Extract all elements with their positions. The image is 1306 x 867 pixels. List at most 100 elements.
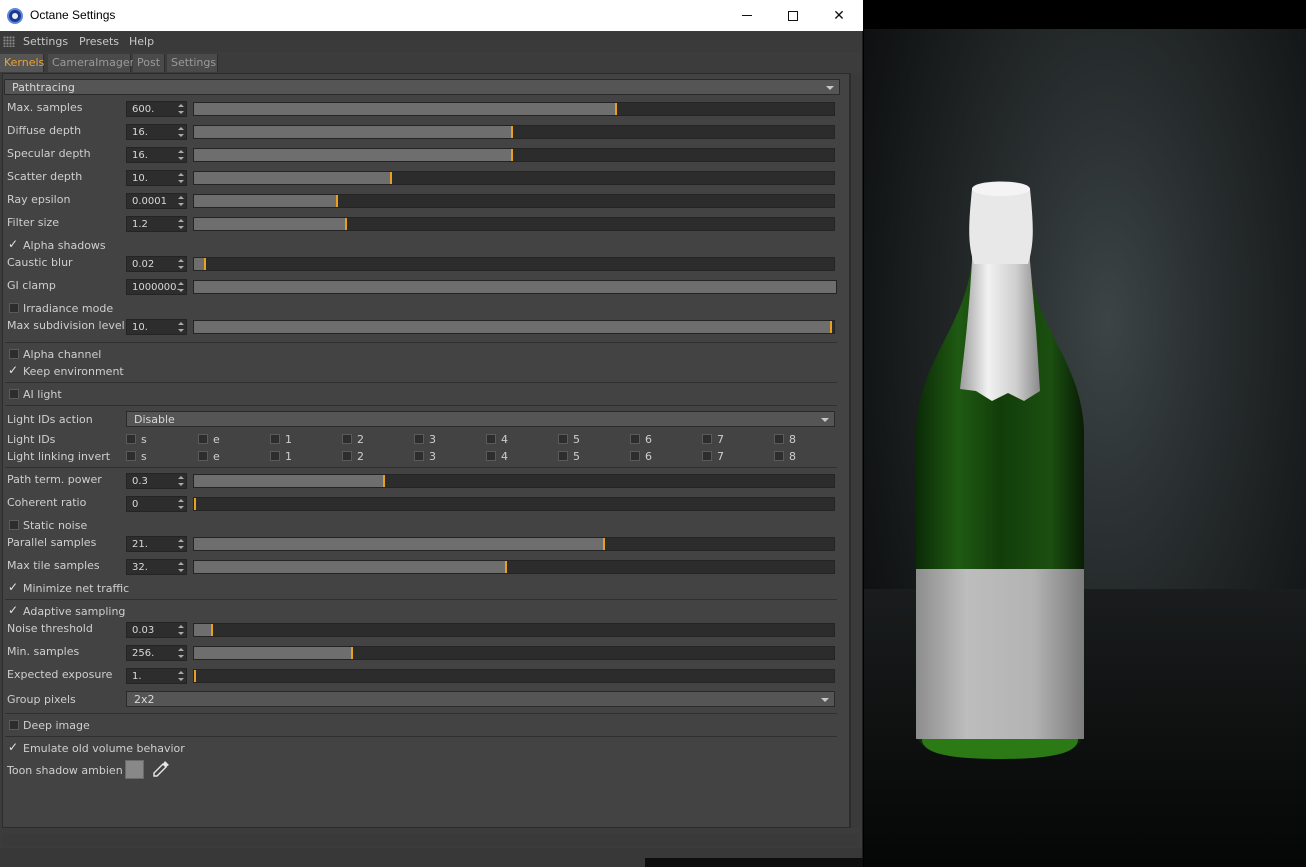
tab-kernels[interactable]: Kernels [0,54,44,72]
spinner-icon[interactable] [178,172,184,184]
ray-epsilon-field[interactable]: 0.0001 [126,193,187,209]
slider-handle[interactable] [336,195,338,207]
gi-clamp-field[interactable]: 1000000. [126,279,187,295]
light-id-checkbox-5[interactable] [558,451,568,461]
coherent-ratio-slider[interactable] [193,497,835,511]
spinner-icon[interactable] [178,647,184,659]
light-id-checkbox-1[interactable] [270,451,280,461]
light-id-checkbox-s[interactable] [126,434,136,444]
max-tile-samples-field[interactable]: 32. [126,559,187,575]
spinner-icon[interactable] [178,321,184,333]
max-samples-slider[interactable] [193,102,835,116]
light-id-checkbox-5[interactable] [558,434,568,444]
tab-cameraimager[interactable]: CameraImager [48,54,134,72]
light-id-checkbox-3[interactable] [414,451,424,461]
minimize-button[interactable] [724,0,770,31]
slider-handle[interactable] [615,103,617,115]
slider-handle[interactable] [204,258,206,270]
adaptive-sampling-checkbox[interactable] [8,603,18,617]
slider-handle[interactable] [211,624,213,636]
light-id-checkbox-6[interactable] [630,451,640,461]
light-id-checkbox-s[interactable] [126,451,136,461]
slider-handle[interactable] [351,647,353,659]
spinner-icon[interactable] [178,103,184,115]
slider-handle[interactable] [194,670,196,682]
alpha-channel-checkbox[interactable] [9,349,19,359]
parallel-samples-field[interactable]: 21. [126,536,187,552]
specular-depth-slider[interactable] [193,148,835,162]
deep-image-checkbox[interactable] [9,720,19,730]
spinner-icon[interactable] [178,670,184,682]
slider-handle[interactable] [505,561,507,573]
spinner-icon[interactable] [178,195,184,207]
menu-help[interactable]: Help [129,35,154,48]
light-id-checkbox-2[interactable] [342,434,352,444]
specular-depth-field[interactable]: 16. [126,147,187,163]
scatter-depth-field[interactable]: 10. [126,170,187,186]
slider-handle[interactable] [345,218,347,230]
caustic-blur-slider[interactable] [193,257,835,271]
title-bar[interactable]: Octane Settings ✕ [0,0,863,31]
light-id-checkbox-6[interactable] [630,434,640,444]
spinner-icon[interactable] [178,281,184,293]
spinner-icon[interactable] [178,218,184,230]
emulate-old-volume-checkbox[interactable] [8,740,18,754]
noise-threshold-field[interactable]: 0.03 [126,622,187,638]
light-id-checkbox-7[interactable] [702,434,712,444]
vertical-scrollbar[interactable] [850,73,862,828]
irradiance-mode-checkbox[interactable] [9,303,19,313]
ai-light-checkbox[interactable] [9,389,19,399]
menu-presets[interactable]: Presets [79,35,119,48]
coherent-ratio-field[interactable]: 0 [126,496,187,512]
group-pixels-dropdown[interactable]: 2x2 [126,691,835,707]
light-id-checkbox-e[interactable] [198,434,208,444]
max-subdivision-field[interactable]: 10. [126,319,187,335]
tab-settings[interactable]: Settings [167,54,218,72]
max-subdivision-slider[interactable] [193,320,835,334]
slider-handle[interactable] [194,498,196,510]
slider-handle[interactable] [830,321,832,333]
light-id-checkbox-8[interactable] [774,434,784,444]
static-noise-checkbox[interactable] [9,520,19,530]
menu-settings[interactable]: Settings [23,35,68,48]
light-id-checkbox-4[interactable] [486,451,496,461]
spinner-icon[interactable] [178,538,184,550]
light-ids-action-dropdown[interactable]: Disable [126,411,835,427]
max-tile-samples-slider[interactable] [193,560,835,574]
light-id-checkbox-1[interactable] [270,434,280,444]
slider-handle[interactable] [511,126,513,138]
ray-epsilon-slider[interactable] [193,194,835,208]
slider-handle[interactable] [390,172,392,184]
slider-handle[interactable] [603,538,605,550]
light-id-checkbox-2[interactable] [342,451,352,461]
diffuse-depth-slider[interactable] [193,125,835,139]
keep-environment-checkbox[interactable] [8,363,18,377]
path-term-power-slider[interactable] [193,474,835,488]
path-term-power-field[interactable]: 0.3 [126,473,187,489]
spinner-icon[interactable] [178,624,184,636]
light-id-checkbox-3[interactable] [414,434,424,444]
kernel-type-dropdown[interactable]: Pathtracing [4,79,840,95]
spinner-icon[interactable] [178,258,184,270]
slider-handle[interactable] [511,149,513,161]
filter-size-field[interactable]: 1.2 [126,216,187,232]
slider-handle[interactable] [383,475,385,487]
max-samples-field[interactable]: 600. [126,101,187,117]
close-button[interactable]: ✕ [816,0,862,31]
minimize-net-traffic-checkbox[interactable] [8,580,18,594]
noise-threshold-slider[interactable] [193,623,835,637]
filter-size-slider[interactable] [193,217,835,231]
spinner-icon[interactable] [178,498,184,510]
expected-exposure-field[interactable]: 1. [126,668,187,684]
scatter-depth-slider[interactable] [193,171,835,185]
parallel-samples-slider[interactable] [193,537,835,551]
light-id-checkbox-4[interactable] [486,434,496,444]
spinner-icon[interactable] [178,149,184,161]
spinner-icon[interactable] [178,475,184,487]
min-samples-field[interactable]: 256. [126,645,187,661]
diffuse-depth-field[interactable]: 16. [126,124,187,140]
expected-exposure-slider[interactable] [193,669,835,683]
spinner-icon[interactable] [178,126,184,138]
tab-post[interactable]: Post [133,54,165,72]
grip-handle-icon[interactable] [3,36,15,47]
